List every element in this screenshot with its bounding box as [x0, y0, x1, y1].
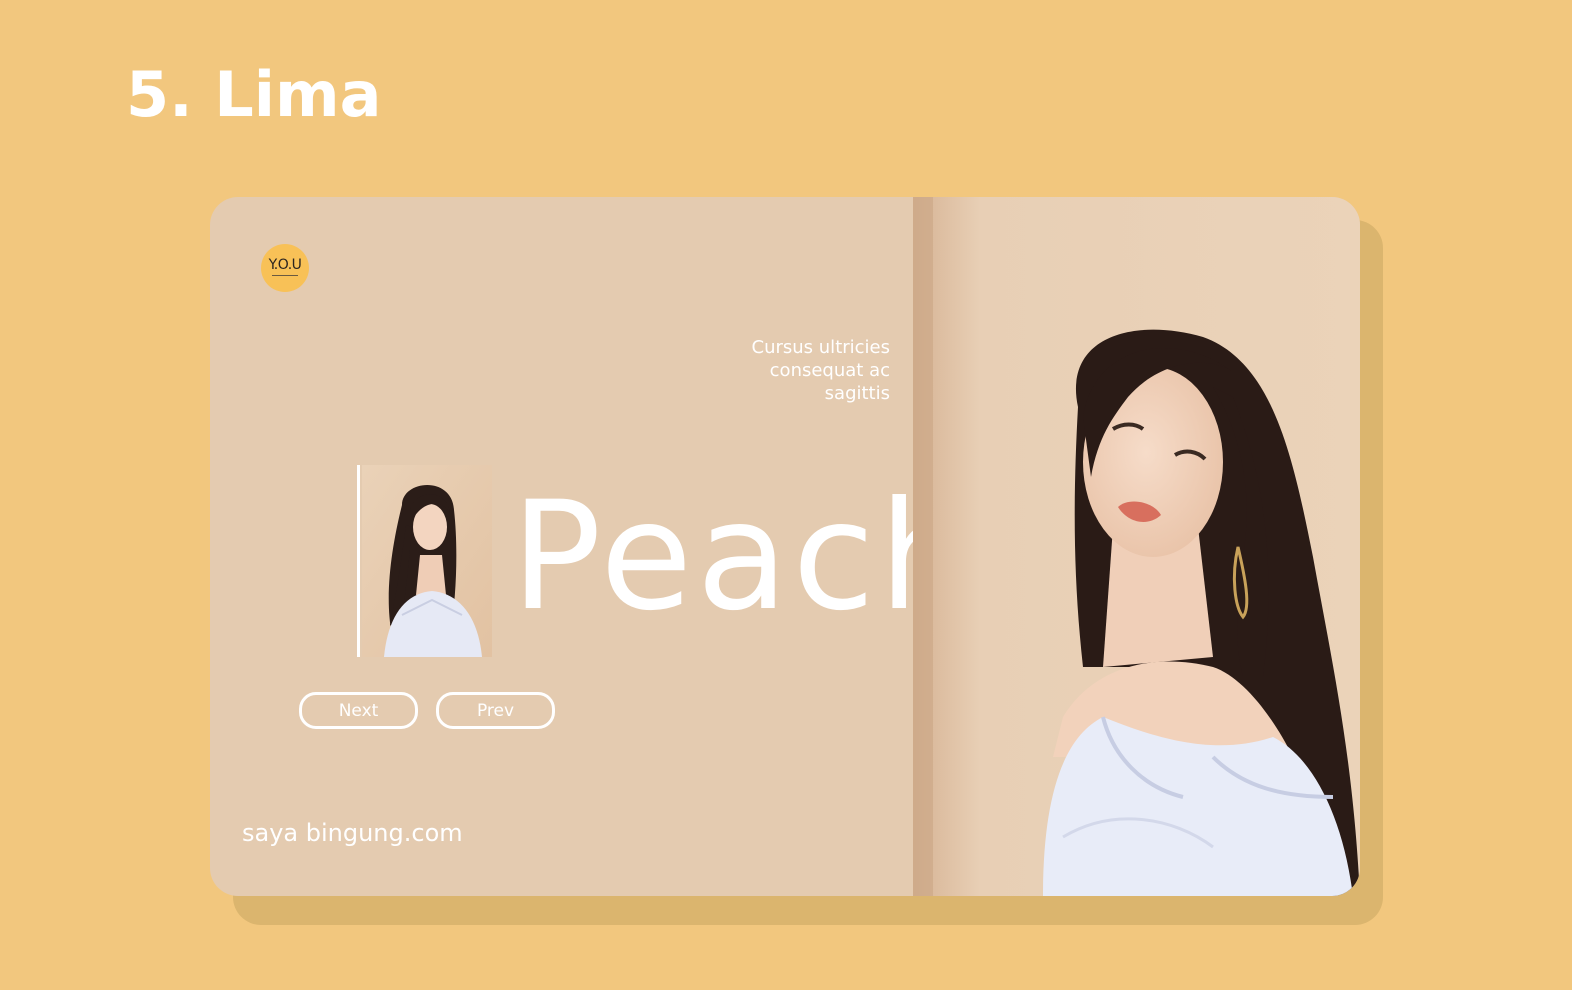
logo-underline [272, 275, 298, 276]
thumbnail-image[interactable] [362, 465, 492, 657]
tagline-line: Cursus ultricies [751, 337, 890, 358]
tagline-line: sagittis [824, 383, 890, 404]
logo-text: Y.O.U [268, 257, 302, 273]
hero-photo [913, 197, 1360, 896]
prev-button[interactable]: Prev [436, 692, 555, 729]
page-title: 5. Lima [126, 58, 382, 131]
site-url[interactable]: saya bingung.com [242, 819, 463, 847]
slide-title: Peach [511, 470, 978, 644]
next-button[interactable]: Next [299, 692, 418, 729]
tagline-line: consequat ac [769, 360, 890, 381]
tagline: Cursus ultricies consequat ac sagittis [680, 336, 890, 405]
thumbnail-indicator [357, 465, 360, 657]
slide-card: Y.O.U Cursus ultricies consequat ac sagi… [210, 197, 1360, 896]
brand-logo[interactable]: Y.O.U [261, 244, 309, 292]
